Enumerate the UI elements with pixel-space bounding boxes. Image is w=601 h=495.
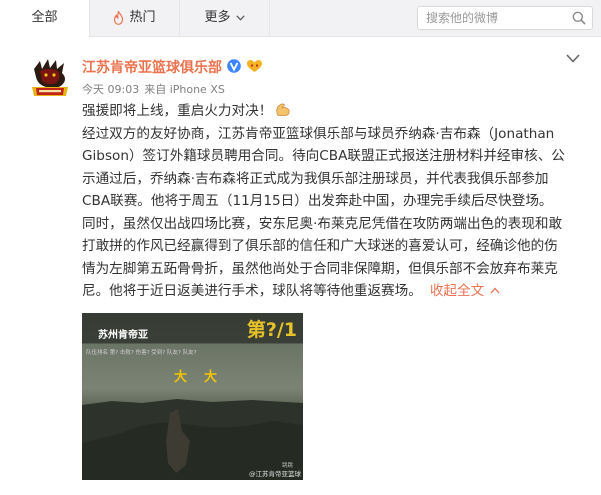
tab-all[interactable]: 全部 (0, 0, 90, 37)
image-watermark: @江苏肯帝亚篮球 (249, 470, 301, 478)
content-line: 示通过后，乔纳森·吉布森将正式成为我俱乐部注册球员，并代表我俱乐部参加 (82, 170, 549, 187)
post-menu-chevron-icon[interactable] (566, 54, 580, 63)
post-content: 强援即将上线，重启火力对决！ 经过双方的友好协商，江苏肯帝亚篮球俱乐部与球员乔纳… (82, 100, 587, 303)
tab-bar: 全部 热门 更多 (0, 0, 601, 37)
image-stats-row: 队伍排名 第? 击败? 伤害? 受到? 队友? 队友? (86, 350, 197, 356)
image-title: 苏州肯帝亚 (98, 330, 148, 341)
content-line: CBA联赛。他将于周五（11月15日）出发奔赴中国，办理完手续后尽快登场。 (82, 193, 553, 209)
post-time[interactable]: 今天 09:03 (82, 83, 139, 96)
muscle-emoji-icon (276, 103, 290, 116)
content-line: Gibson）签订外籍球员聘用合同。待向CBA联盟正式报送注册材料并经审核、公 (82, 148, 565, 164)
content-line: 强援即将上线，重启火力对决！ (82, 100, 587, 123)
post-meta: 今天 09:03 来自 iPhone XS (82, 81, 230, 97)
image-rank-text: 第?/1 (246, 319, 297, 341)
tab-more-label: 更多 (204, 10, 231, 25)
image-da-left: 大 (174, 370, 188, 385)
caret-down-icon (235, 15, 245, 21)
chevron-up-icon (490, 287, 500, 294)
tab-more[interactable]: 更多 (180, 0, 270, 36)
author-name[interactable]: 江苏肯帝亚篮球俱乐部 (82, 57, 222, 77)
post-image[interactable]: 苏州肯帝亚 第?/1 队伍排名 第? 击败? 伤害? 受到? 队友? 队友? 大… (82, 313, 303, 480)
fan-badge-icon[interactable] (246, 59, 263, 73)
verified-icon (227, 59, 241, 73)
image-da-right: 大 (204, 370, 218, 385)
search-input[interactable] (426, 9, 564, 27)
search-box (417, 6, 593, 30)
tab-hot[interactable]: 热门 (90, 0, 180, 36)
collapse-button[interactable]: 收起全文 (430, 283, 500, 299)
avatar[interactable] (24, 55, 76, 107)
content-line: 情为左脚第五跖骨骨折，虽然他尚处于合同非保障期，但俱乐部不会放弃布莱克 (82, 260, 558, 277)
post-source: 来自 iPhone XS (144, 83, 225, 96)
dragons-logo (24, 55, 76, 107)
flame-icon (114, 11, 124, 25)
search-icon[interactable] (572, 11, 586, 25)
content-line: 经过双方的友好协商，江苏肯帝亚篮球俱乐部与球员乔纳森·吉布森（Jonathan (82, 125, 555, 142)
content-line: 打敢拼的作风已经赢得到了俱乐部的信任和广大球迷的喜爱认可，经确诊他的伤 (82, 238, 558, 254)
tab-hot-label: 热门 (129, 10, 156, 25)
content-line: 尼。他将于近日返美进行手术，球队将等待他重返赛场。 收起全文 (82, 280, 587, 303)
content-line: 同时，虽然仅出战四场比赛，安东尼奥·布莱克尼凭借在攻防两端出色的表现和敢 (82, 215, 563, 232)
